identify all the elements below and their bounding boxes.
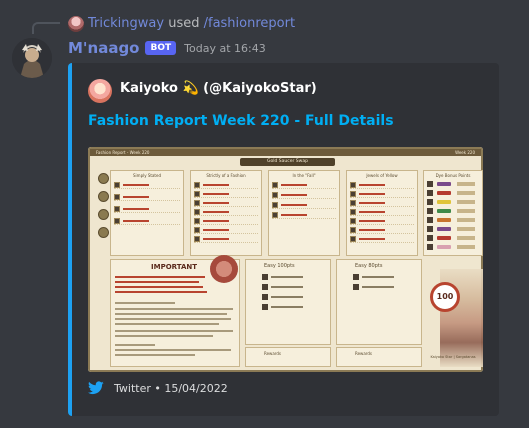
slot-panel-3: In the "Fall" [268,170,340,256]
info-line [115,335,213,337]
info-line [115,308,233,310]
embed-footer: Twitter • 15/04/2022 [88,381,228,395]
graphic-topbar: Fashion Report - Week 220 Week 220 [90,149,481,156]
dye-row [427,216,479,224]
slot-row [350,208,414,216]
slot-row [114,205,180,213]
info-line [115,323,219,325]
rewards-label: Rewards [355,351,372,356]
dye-row [427,243,479,251]
slot-row [272,211,336,219]
slot-row [350,226,414,234]
important-title: IMPORTANT [151,263,198,271]
dye-bonus-panel: Dye Bonus Points [423,170,483,256]
slot-panel-title: Jewels of Yellow [366,173,398,178]
info-line [115,349,231,351]
easy-80-title: Easy 80pts [355,263,383,269]
info-line [115,302,175,304]
dye-row [427,198,479,206]
bot-badge: BOT [145,41,177,55]
graphic-header: Gold Saucer Swap [240,158,335,166]
reply-user-avatar[interactable] [68,16,84,32]
slot-row [272,191,336,199]
slot-row [194,217,258,225]
message-timestamp[interactable]: Today at 16:43 [184,42,266,55]
slot-row [194,208,258,216]
slot-row [272,181,336,189]
reply-reference[interactable]: Trickingway used /fashionreport [88,16,295,32]
reply-username[interactable]: Trickingway [88,16,164,31]
hands-slot-icon [98,209,109,220]
slot-row [350,181,414,189]
important-line [115,276,205,278]
author-avatar[interactable] [12,38,52,78]
slot-row [114,193,180,201]
rewards-box: Rewards [245,347,331,367]
slot-row [194,199,258,207]
slot-row [350,199,414,207]
info-line [115,330,233,332]
easy-100-panel: Easy 100pts [245,259,331,345]
dye-row [427,225,479,233]
important-line [115,291,207,293]
dye-row [427,189,479,197]
graphic-credit: Kaiyoko Star | Sargatanas [430,355,476,359]
reply-used-text: used [168,16,200,31]
slot-panel-title: Strictly of a Fashion [206,173,246,178]
slot-panel-title: In the "Fall" [292,173,316,178]
body-slot-icon [98,191,109,202]
graphic-topbar-right: Week 220 [455,150,475,155]
embed-footer-text: Twitter • 15/04/2022 [114,381,228,395]
legs-slot-icon [98,227,109,238]
embed-author-name[interactable]: Kaiyoko 💫 (@KaiyokoStar) [120,81,317,96]
rewards-box: Rewards [336,347,422,367]
important-line [115,286,203,288]
embed-title-link[interactable]: Fashion Report Week 220 - Full Details [88,113,394,129]
rewards-label: Rewards [264,351,281,356]
slot-row [272,201,336,209]
author-name[interactable]: M'naago [68,39,139,57]
info-line [115,313,227,315]
slot-panel-title: Simply Stated [133,173,161,178]
twitter-embed: Kaiyoko 💫 (@KaiyokoStar) Fashion Report … [68,63,499,416]
info-line [115,318,231,320]
twitter-icon [88,381,104,395]
fashion-report-graphic: Fashion Report - Week 220 Week 220 Gold … [88,147,483,372]
embed-image[interactable]: Fashion Report - Week 220 Week 220 Gold … [88,147,483,372]
slot-row [194,190,258,198]
easy-80-panel: Easy 80pts [336,259,422,345]
info-line [115,344,155,346]
score-badge: 100 [430,282,460,312]
slot-row [194,181,258,189]
dye-row [427,234,479,242]
important-seal-icon [210,255,238,283]
info-line [115,354,195,356]
reply-spine [32,22,60,34]
slot-row [350,217,414,225]
slot-row [350,190,414,198]
reply-command[interactable]: /fashionreport [204,16,295,31]
slot-panel-2: Strictly of a Fashion [190,170,262,256]
slot-panel-4: Jewels of Yellow [346,170,418,256]
head-slot-icon [98,173,109,184]
slot-panel-1: Simply Stated [110,170,184,256]
dye-row [427,180,479,188]
embed-author-avatar[interactable] [88,79,112,103]
slot-row [194,235,258,243]
dye-row [427,207,479,215]
slot-row [350,235,414,243]
easy-100-title: Easy 100pts [264,263,295,269]
important-line [115,281,199,283]
message-header: M'naago BOT Today at 16:43 [68,39,266,57]
slot-row [114,181,180,189]
slot-row [114,217,180,225]
graphic-topbar-label: Fashion Report - Week 220 [96,150,150,155]
dye-panel-title: Dye Bonus Points [435,173,471,178]
slot-row [194,226,258,234]
